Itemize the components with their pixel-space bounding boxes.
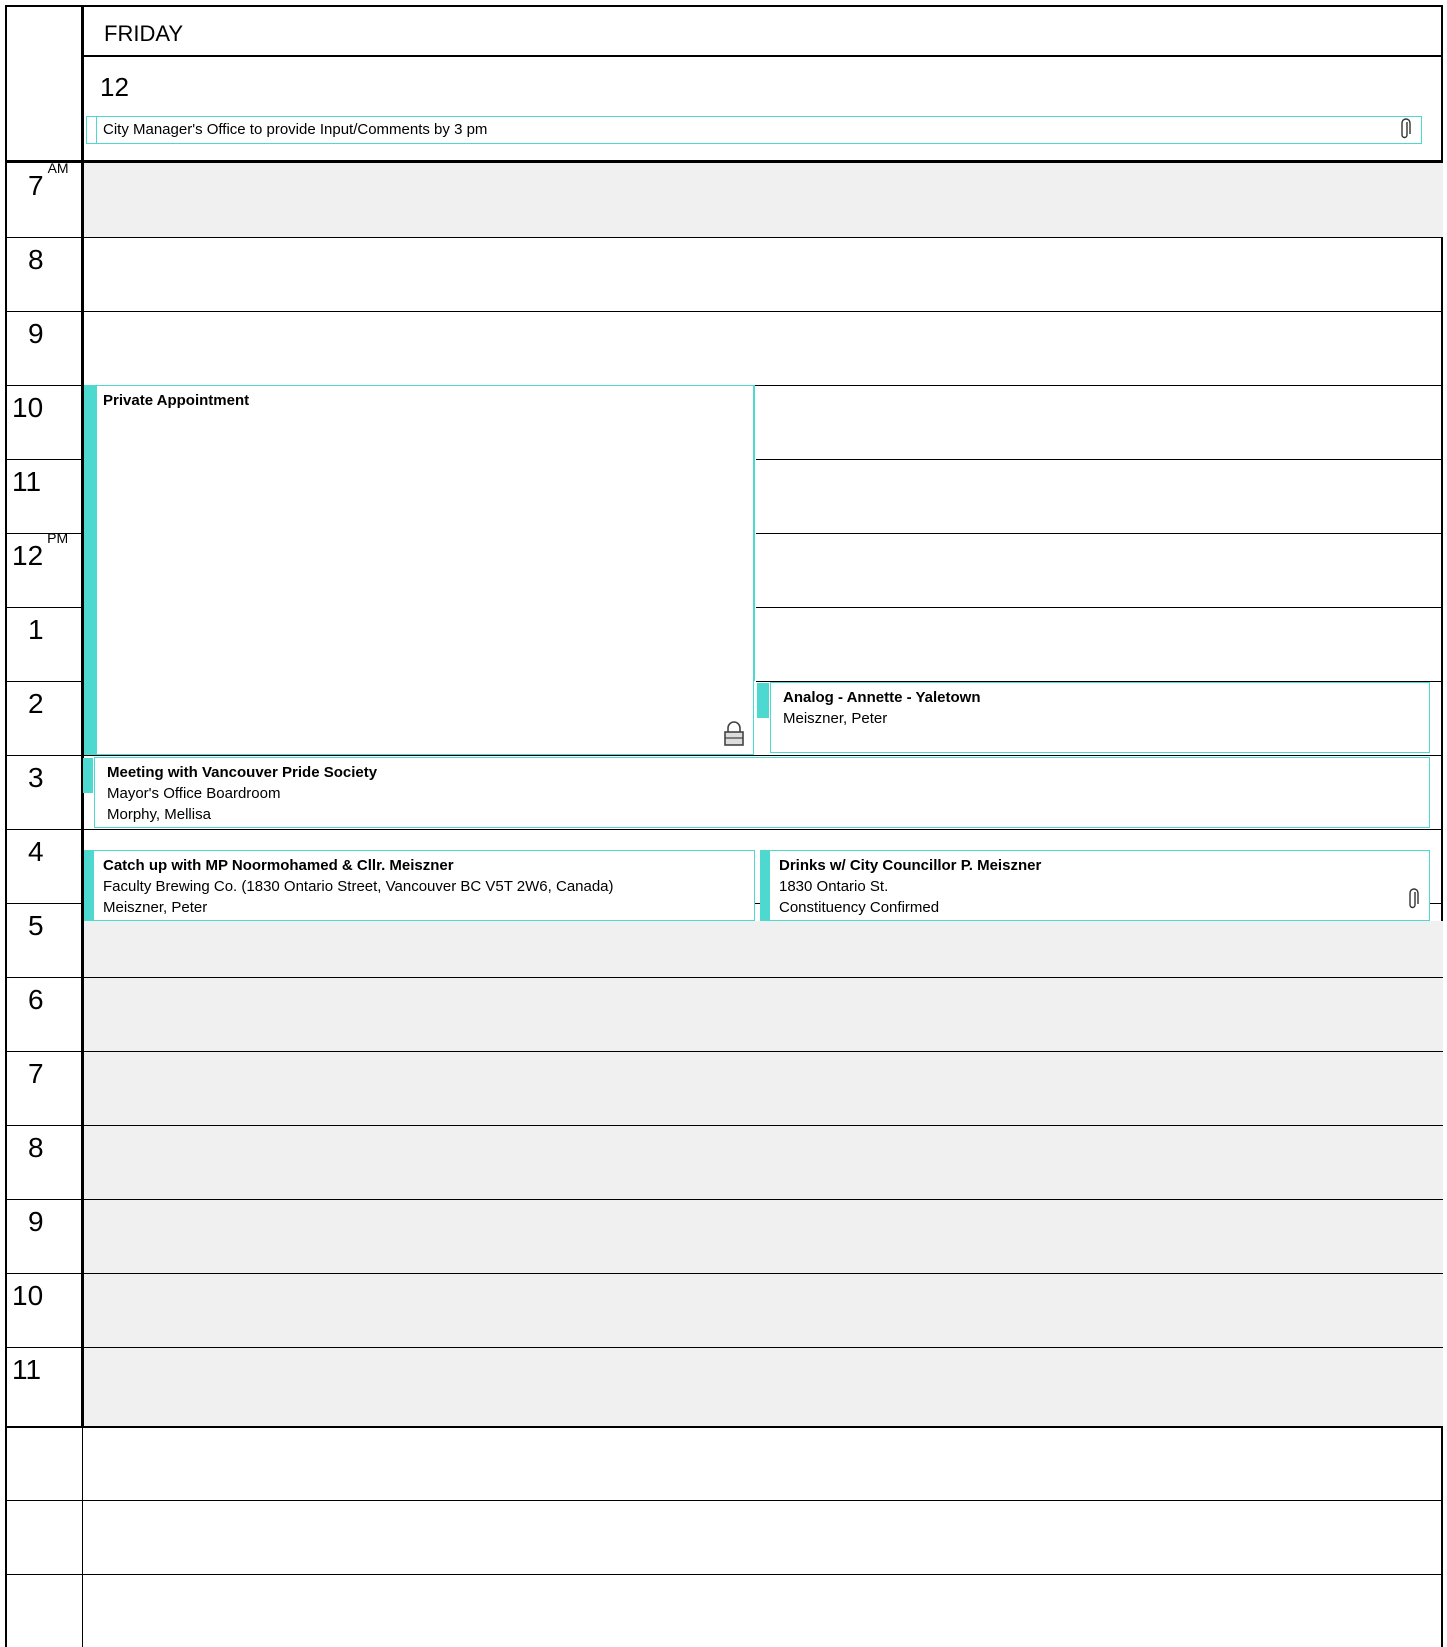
event-status: Constituency Confirmed (779, 899, 940, 916)
event-color-bar (85, 851, 94, 920)
hour-label: 9 (28, 1206, 44, 1237)
event-title: Meeting with Vancouver Pride Society (107, 764, 378, 781)
hour-label: 9 (28, 318, 44, 349)
time-gutter-divider-lower (82, 1427, 83, 1647)
event-color-bar (85, 386, 97, 754)
gutter-line (5, 1273, 82, 1274)
event-drinks-councillor[interactable]: Drinks w/ City Councillor P. Meiszner 18… (760, 850, 1430, 921)
column-divider (754, 385, 755, 681)
gutter-line (5, 829, 82, 830)
hour-line (84, 977, 1443, 978)
all-day-event[interactable]: City Manager's Office to provide Input/C… (86, 116, 1422, 144)
gutter-line (5, 533, 82, 534)
gutter-line (5, 1125, 82, 1126)
gutter-line (5, 903, 82, 904)
event-catch-up-mp[interactable]: Catch up with MP Noormohamed & Cllr. Mei… (84, 850, 755, 921)
hour-label: 10 (12, 392, 44, 423)
gutter-line (5, 607, 82, 608)
hour-line (84, 1051, 1443, 1052)
hour-line (756, 533, 1443, 534)
gutter-line (5, 237, 82, 238)
hour-line (756, 459, 1443, 460)
event-organizer: Morphy, Mellisa (107, 806, 211, 823)
paperclip-icon (1407, 887, 1419, 916)
hour-line (84, 1273, 1443, 1274)
hour-label: 8 (28, 1132, 44, 1163)
hour-label-7am: 7AM (28, 159, 69, 201)
hour-line (84, 237, 1443, 238)
event-location: 1830 Ontario St. (779, 878, 889, 895)
hour-line (756, 607, 1443, 608)
event-title: Private Appointment (103, 392, 250, 409)
event-organizer: Meiszner, Peter (783, 710, 888, 727)
hour-label: 6 (28, 984, 44, 1015)
hour-line (84, 829, 1443, 830)
hour-line (84, 1125, 1443, 1126)
event-title: Catch up with MP Noormohamed & Cllr. Mei… (103, 857, 454, 874)
event-location: Mayor's Office Boardroom (107, 785, 281, 802)
event-title: Analog - Annette - Yaletown (783, 689, 981, 706)
event-color-bar (757, 683, 769, 718)
day-end-divider (5, 1426, 1443, 1428)
day-header: FRIDAY (82, 5, 1443, 57)
notes-line (5, 1574, 1443, 1575)
weekday-label: FRIDAY (104, 21, 184, 46)
hour-label: 3 (28, 762, 44, 793)
hour-label: 7 (28, 1058, 44, 1089)
hour-label: 11 (12, 1354, 42, 1385)
hour-line (84, 1199, 1443, 1200)
event-color-bar (761, 851, 770, 920)
notes-line (5, 1500, 1443, 1501)
all-day-event-title: City Manager's Office to provide Input/C… (103, 121, 488, 138)
hour-label-12pm: 12PM (12, 529, 69, 571)
event-title: Drinks w/ City Councillor P. Meiszner (779, 857, 1042, 874)
event-vancouver-pride[interactable]: Meeting with Vancouver Pride Society May… (83, 757, 1430, 828)
gutter-line (5, 311, 82, 312)
hour-label: 4 (28, 836, 44, 867)
event-analog-annette[interactable]: Analog - Annette - Yaletown Meiszner, Pe… (757, 682, 1430, 753)
day-number[interactable]: 12 (100, 72, 129, 103)
event-location: Faculty Brewing Co. (1830 Ontario Street… (103, 878, 614, 895)
hour-label: 2 (28, 688, 44, 719)
hour-line (84, 1347, 1443, 1348)
gutter-line (5, 385, 82, 386)
lock-icon (723, 719, 745, 752)
hour-label: 10 (12, 1280, 44, 1311)
slot-7am[interactable] (84, 163, 1443, 237)
event-private-appointment[interactable]: Private Appointment (84, 385, 754, 755)
gutter-line (5, 1347, 82, 1348)
hour-label: 5 (28, 910, 44, 941)
gutter-line (5, 755, 82, 756)
all-day-event-bar (87, 117, 97, 143)
event-organizer: Meiszner, Peter (103, 899, 208, 916)
gutter-line (5, 459, 82, 460)
hour-label: 1 (28, 614, 44, 645)
hour-label: 8 (28, 244, 44, 275)
hour-line (84, 755, 1443, 756)
gutter-line (5, 977, 82, 978)
gutter-line (5, 1051, 82, 1052)
slot-5pm-to-11pm[interactable] (84, 921, 1443, 1427)
event-color-bar (83, 758, 93, 793)
paperclip-icon (1399, 117, 1411, 146)
hour-line (84, 311, 1443, 312)
gutter-line (5, 1199, 82, 1200)
gutter-line (5, 681, 82, 682)
hour-label: 11 (12, 466, 42, 497)
